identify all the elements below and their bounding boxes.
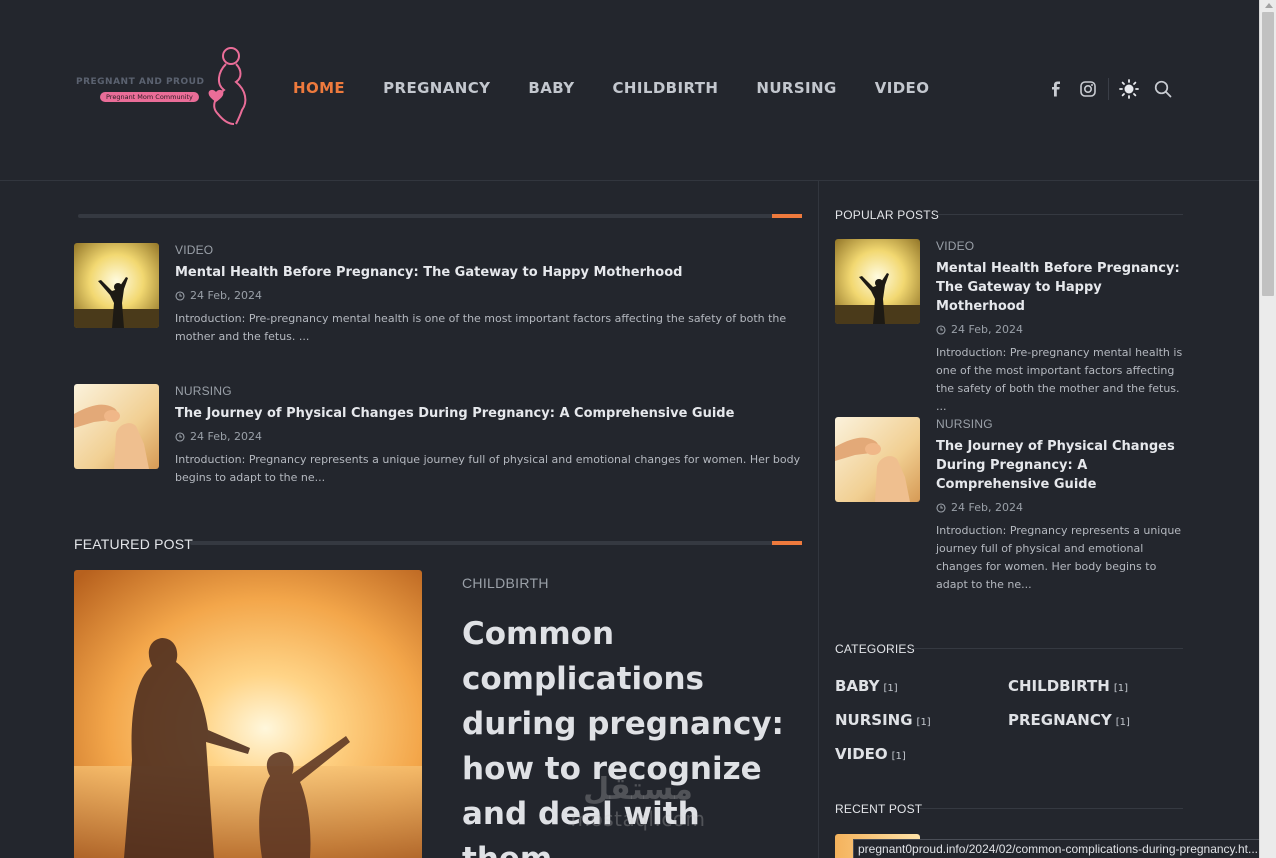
category-count: [1] <box>916 717 931 728</box>
page-scrollbar[interactable] <box>1259 0 1276 858</box>
clock-icon <box>936 502 946 513</box>
nav-baby[interactable]: BABY <box>528 79 574 97</box>
post-title[interactable]: Mental Health Before Pregnancy: The Gate… <box>175 263 804 282</box>
instagram-icon[interactable] <box>1078 79 1098 99</box>
pregnant-silhouette-icon <box>208 47 247 125</box>
category-video[interactable]: VIDEO [1] <box>835 745 906 763</box>
nav-childbirth[interactable]: CHILDBIRTH <box>613 79 719 97</box>
category-count: [1] <box>1115 717 1130 728</box>
post-thumbnail[interactable] <box>835 417 920 502</box>
category-name: CHILDBIRTH <box>1008 677 1110 695</box>
category-name: PREGNANCY <box>1008 711 1112 729</box>
clock-icon <box>936 324 946 335</box>
category-childbirth[interactable]: CHILDBIRTH [1] <box>1008 677 1128 695</box>
post-card[interactable]: VIDEO Mental Health Before Pregnancy: Th… <box>74 243 804 358</box>
nav-video[interactable]: VIDEO <box>875 79 930 97</box>
post-excerpt: Introduction: Pre-pregnancy mental healt… <box>175 312 787 343</box>
section-bar <box>190 541 802 545</box>
featured-title[interactable]: Common complications during pregnancy: h… <box>462 612 792 858</box>
post-category[interactable]: NURSING <box>175 384 804 398</box>
post-category[interactable]: VIDEO <box>175 243 804 257</box>
clock-icon <box>175 290 185 301</box>
category-count: [1] <box>883 683 898 694</box>
category-count: [1] <box>1113 683 1129 694</box>
main-nav: HOME PREGNANCY BABY CHILDBIRTH NURSING V… <box>293 79 967 97</box>
status-bar-url: pregnant0proud.info/2024/02/common-compl… <box>853 839 1263 858</box>
category-name: BABY <box>835 677 880 695</box>
popular-post[interactable]: NURSING The Journey of Physical Changes … <box>835 417 1183 607</box>
category-pregnancy[interactable]: PREGNANCY [1] <box>1008 711 1130 729</box>
scroll-thumb[interactable] <box>1262 12 1274 296</box>
theme-toggle-icon[interactable] <box>1119 79 1139 99</box>
post-date: 24 Feb, 2024 <box>936 323 1183 336</box>
category-baby[interactable]: BABY [1] <box>835 677 898 695</box>
sidebar-rule <box>920 808 1183 809</box>
post-category[interactable]: NURSING <box>936 417 1183 431</box>
post-excerpt: Introduction: Pregnancy represents a uni… <box>936 524 1182 591</box>
category-nursing[interactable]: NURSING [1] <box>835 711 931 729</box>
logo-tagline: Pregnant Mom Community <box>100 92 199 102</box>
popular-posts-title: POPULAR POSTS <box>835 208 939 222</box>
post-date: 24 Feb, 2024 <box>175 430 804 443</box>
sidebar-rule <box>911 648 1183 649</box>
recent-post-title: RECENT POST <box>835 802 923 816</box>
post-title[interactable]: The Journey of Physical Changes During P… <box>175 404 804 423</box>
featured-section-title: FEATURED POST <box>74 536 194 552</box>
nav-home[interactable]: HOME <box>293 79 345 97</box>
category-name: NURSING <box>835 711 913 729</box>
post-date-text: 24 Feb, 2024 <box>951 501 1023 514</box>
post-title[interactable]: Mental Health Before Pregnancy: The Gate… <box>936 259 1183 316</box>
category-count: [1] <box>891 751 906 762</box>
sidebar-divider <box>818 181 819 858</box>
post-date: 24 Feb, 2024 <box>936 501 1183 514</box>
post-thumbnail[interactable] <box>74 243 159 328</box>
post-date-text: 24 Feb, 2024 <box>190 430 262 443</box>
sidebar-rule <box>935 214 1183 215</box>
nav-pregnancy[interactable]: PREGNANCY <box>383 79 490 97</box>
post-card[interactable]: NURSING The Journey of Physical Changes … <box>74 384 804 499</box>
categories-title: CATEGORIES <box>835 642 915 656</box>
nav-nursing[interactable]: NURSING <box>756 79 836 97</box>
post-title[interactable]: The Journey of Physical Changes During P… <box>936 437 1183 494</box>
post-date-text: 24 Feb, 2024 <box>951 323 1023 336</box>
featured-image[interactable] <box>74 570 422 858</box>
post-excerpt: Introduction: Pregnancy represents a uni… <box>175 453 801 484</box>
site-logo[interactable]: PREGNANT AND PROUD Pregnant Mom Communit… <box>74 44 250 128</box>
clock-icon <box>175 431 185 442</box>
header-actions <box>1046 78 1173 100</box>
post-excerpt: Introduction: Pre-pregnancy mental healt… <box>936 346 1183 413</box>
post-date: 24 Feb, 2024 <box>175 289 804 302</box>
scroll-up-icon[interactable] <box>1265 3 1273 8</box>
post-thumbnail[interactable] <box>835 239 920 324</box>
popular-post[interactable]: VIDEO Mental Health Before Pregnancy: Th… <box>835 239 1183 413</box>
header-divider <box>1108 78 1109 100</box>
post-thumbnail[interactable] <box>74 384 159 469</box>
section-bar <box>78 214 802 218</box>
site-header: PREGNANT AND PROUD Pregnant Mom Communit… <box>0 0 1259 181</box>
post-date-text: 24 Feb, 2024 <box>190 289 262 302</box>
section-bar-accent <box>772 541 802 545</box>
logo-name: PREGNANT AND PROUD <box>76 77 205 87</box>
category-name: VIDEO <box>835 745 888 763</box>
search-icon[interactable] <box>1153 79 1173 99</box>
section-bar-accent <box>772 214 802 218</box>
featured-category[interactable]: CHILDBIRTH <box>462 575 549 591</box>
post-category[interactable]: VIDEO <box>936 239 1183 253</box>
facebook-icon[interactable] <box>1046 79 1066 99</box>
